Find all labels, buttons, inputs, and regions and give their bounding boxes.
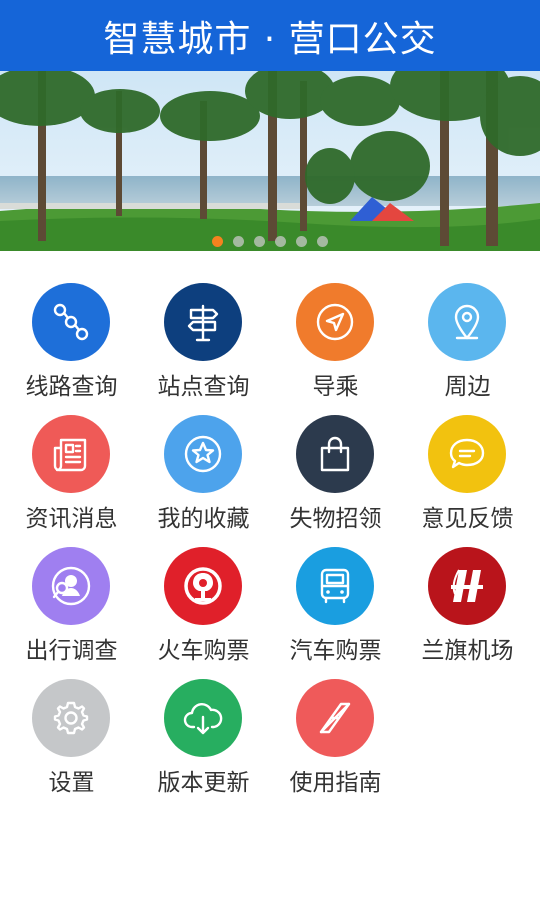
carousel-dot[interactable] bbox=[212, 236, 223, 247]
shopping-bag-icon[interactable] bbox=[296, 415, 374, 493]
page-title: 智慧城市 · 营口公交 bbox=[103, 18, 437, 60]
menu-item-label: 汽车购票 bbox=[289, 638, 382, 664]
banner-image bbox=[0, 71, 540, 251]
banner-carousel[interactable] bbox=[0, 71, 540, 251]
survey-icon[interactable] bbox=[32, 547, 110, 625]
menu-item[interactable]: 出行调查 bbox=[4, 547, 139, 679]
cloud-download-icon[interactable] bbox=[164, 679, 242, 757]
menu-item[interactable]: 火车购票 bbox=[136, 547, 271, 679]
carousel-indicator bbox=[0, 236, 540, 247]
menu-item-label: 兰旗机场 bbox=[421, 638, 514, 664]
newspaper-icon[interactable] bbox=[32, 415, 110, 493]
chat-bubble-icon[interactable] bbox=[428, 415, 506, 493]
menu-item-label: 失物招领 bbox=[289, 506, 382, 532]
menu-item-label: 意见反馈 bbox=[421, 506, 514, 532]
menu-item[interactable]: 兰旗机场 bbox=[400, 547, 535, 679]
star-icon[interactable] bbox=[164, 415, 242, 493]
railway-logo-icon[interactable] bbox=[164, 547, 242, 625]
bus-icon[interactable] bbox=[296, 547, 374, 625]
menu-item[interactable]: 站点查询 bbox=[136, 283, 271, 415]
carousel-dot[interactable] bbox=[296, 236, 307, 247]
app-header: 智慧城市 · 营口公交 bbox=[0, 0, 540, 71]
menu-item[interactable]: 使用指南 bbox=[268, 679, 403, 811]
signpost-icon[interactable] bbox=[164, 283, 242, 361]
menu-item[interactable]: 失物招领 bbox=[268, 415, 403, 547]
location-pin-icon[interactable] bbox=[428, 283, 506, 361]
carousel-dot[interactable] bbox=[317, 236, 328, 247]
menu-item[interactable]: 版本更新 bbox=[136, 679, 271, 811]
menu-item-label: 周边 bbox=[444, 374, 491, 400]
menu-item-label: 火车购票 bbox=[157, 638, 250, 664]
menu-item-label: 版本更新 bbox=[157, 770, 250, 796]
menu-item[interactable]: 资讯消息 bbox=[4, 415, 139, 547]
menu-item[interactable]: 线路查询 bbox=[4, 283, 139, 415]
menu-item[interactable]: 意见反馈 bbox=[400, 415, 535, 547]
menu-item-label: 导乘 bbox=[312, 374, 359, 400]
carousel-dot[interactable] bbox=[233, 236, 244, 247]
gear-icon[interactable] bbox=[32, 679, 110, 757]
menu-item-label: 站点查询 bbox=[157, 374, 250, 400]
menu-item[interactable]: 设置 bbox=[4, 679, 139, 811]
menu-item-label: 出行调查 bbox=[25, 638, 118, 664]
carousel-dot[interactable] bbox=[275, 236, 286, 247]
menu-item[interactable]: 导乘 bbox=[268, 283, 403, 415]
route-icon[interactable] bbox=[32, 283, 110, 361]
airport-logo-icon[interactable] bbox=[428, 547, 506, 625]
menu-item-label: 资讯消息 bbox=[25, 506, 118, 532]
menu-item-label: 使用指南 bbox=[289, 770, 382, 796]
menu-item[interactable]: 我的收藏 bbox=[136, 415, 271, 547]
menu-item-label: 设置 bbox=[48, 770, 95, 796]
menu-item[interactable]: 周边 bbox=[400, 283, 535, 415]
carousel-dot[interactable] bbox=[254, 236, 265, 247]
menu-item-label: 我的收藏 bbox=[157, 506, 250, 532]
menu-item[interactable]: 汽车购票 bbox=[268, 547, 403, 679]
navigation-icon[interactable] bbox=[296, 283, 374, 361]
compass-icon[interactable] bbox=[296, 679, 374, 757]
menu-item-label: 线路查询 bbox=[25, 374, 118, 400]
